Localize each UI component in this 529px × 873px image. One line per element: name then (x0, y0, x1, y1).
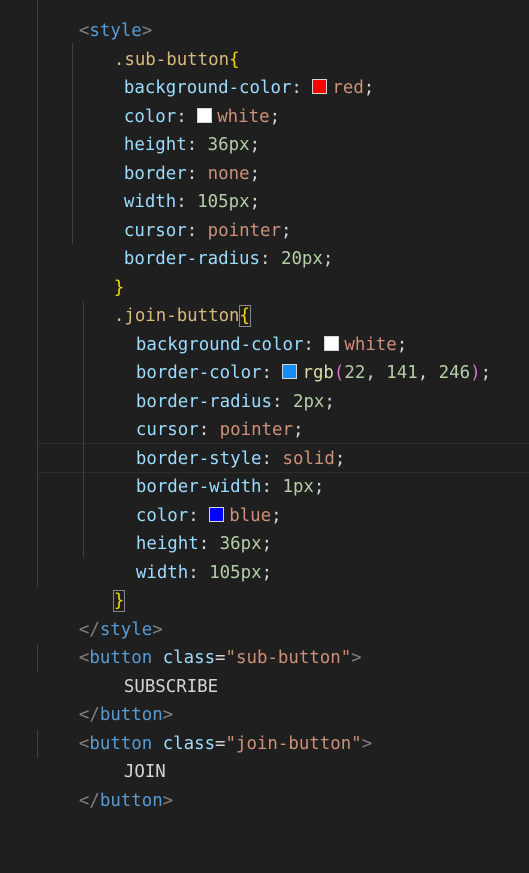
code-line-style-open: <style> (78, 20, 153, 41)
code-line-declaration: border-color: rgb(22, 141, 246); (135, 362, 492, 383)
code-line-declaration-active: border-width: 1px; (135, 476, 325, 497)
code-line-close-brace: } (72, 558, 126, 612)
code-line-button-open: <button class="join-button"> (78, 733, 373, 754)
code-line-declaration: height: 36px; (135, 533, 273, 554)
code-line-button-close: </button> (78, 790, 174, 811)
code-line-declaration: color: white; (123, 106, 281, 127)
code-line-declaration: border-radius: 2px; (135, 391, 335, 412)
code-line-declaration: background-color: white; (135, 334, 408, 355)
code-line-button-close: </button> (78, 704, 174, 725)
code-line-declaration: width: 105px; (135, 562, 273, 583)
code-line-button-open: <button class="sub-button"> (78, 647, 362, 668)
code-line-declaration: border-style: solid; (135, 448, 346, 469)
code-editor[interactable]: <style> .sub-button{ background-color: r… (0, 0, 529, 873)
code-line-declaration: background-color: red; (123, 77, 375, 98)
code-line-declaration: width: 105px; (123, 191, 261, 212)
code-line-button-text: JOIN (123, 761, 166, 782)
color-swatch-red[interactable] (312, 78, 328, 94)
code-line-declaration: cursor: pointer; (135, 419, 304, 440)
code-line-declaration: height: 36px; (123, 134, 261, 155)
code-line-style-close: </style> (78, 619, 163, 640)
code-line-selector: .sub-button{ (113, 49, 240, 70)
indent-guide (37, 0, 38, 587)
code-line-selector: .join-button{ (113, 304, 252, 327)
code-line-button-text: SUBSCRIBE (123, 676, 219, 697)
code-line-declaration: border-radius: 20px; (123, 248, 334, 269)
code-line-declaration: border: none; (123, 163, 261, 184)
code-line-declaration: color: blue; (135, 505, 282, 526)
code-line-close-brace: } (113, 277, 125, 298)
code-line-declaration: cursor: pointer; (123, 220, 292, 241)
